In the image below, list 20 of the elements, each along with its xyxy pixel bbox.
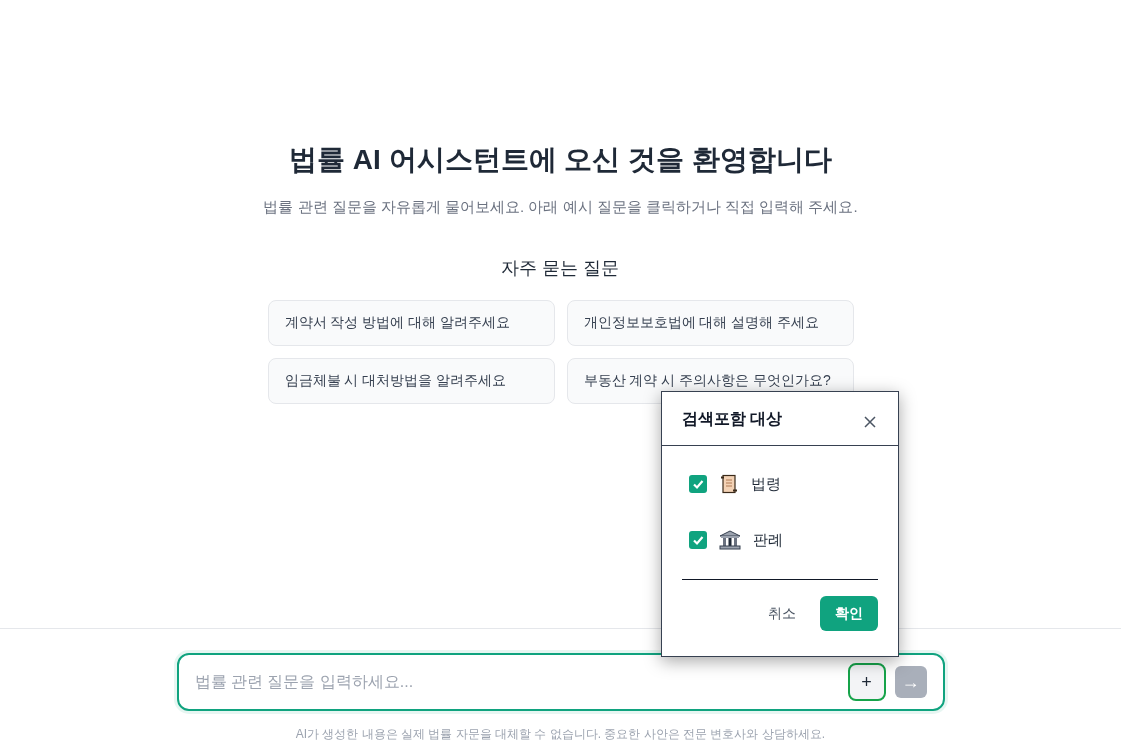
- checkbox[interactable]: [689, 475, 707, 493]
- question-input-field[interactable]: 법률 관련 질문을 입력하세요... + →: [176, 653, 945, 711]
- courthouse-icon: [719, 530, 741, 550]
- faq-question-card[interactable]: 개인정보보호법에 대해 설명해 주세요: [566, 299, 854, 346]
- faq-question-card[interactable]: 임금체불 시 대처방법을 알려주세요: [267, 357, 555, 404]
- checkbox[interactable]: [689, 531, 707, 549]
- option-label: 판례: [753, 529, 783, 550]
- close-icon[interactable]: [864, 415, 876, 428]
- add-button[interactable]: +: [847, 663, 886, 701]
- disclaimer-text: AI가 생성한 내용은 실제 법률 자문을 대체할 수 없습니다. 중요한 사안은 전문 변호사와 상담하세요.: [295, 726, 826, 743]
- check-icon: [692, 478, 704, 490]
- faq-heading: 자주 묻는 질문: [501, 256, 620, 280]
- check-icon: [692, 534, 704, 546]
- welcome-subtitle: 법률 관련 질문을 자유롭게 물어보세요. 아래 예시 질문을 클릭하거나 직접 입력해 주세요.: [263, 197, 858, 217]
- scroll-icon: [719, 474, 739, 494]
- option-label: 법령: [751, 473, 781, 494]
- popup-title: 검색포함 대상: [682, 408, 783, 429]
- cancel-button[interactable]: 취소: [756, 596, 808, 631]
- faq-question-card[interactable]: 계약서 작성 방법에 대해 알려주세요: [267, 299, 555, 346]
- welcome-title: 법률 AI 어시스턴트에 오신 것을 환영합니다: [289, 143, 832, 177]
